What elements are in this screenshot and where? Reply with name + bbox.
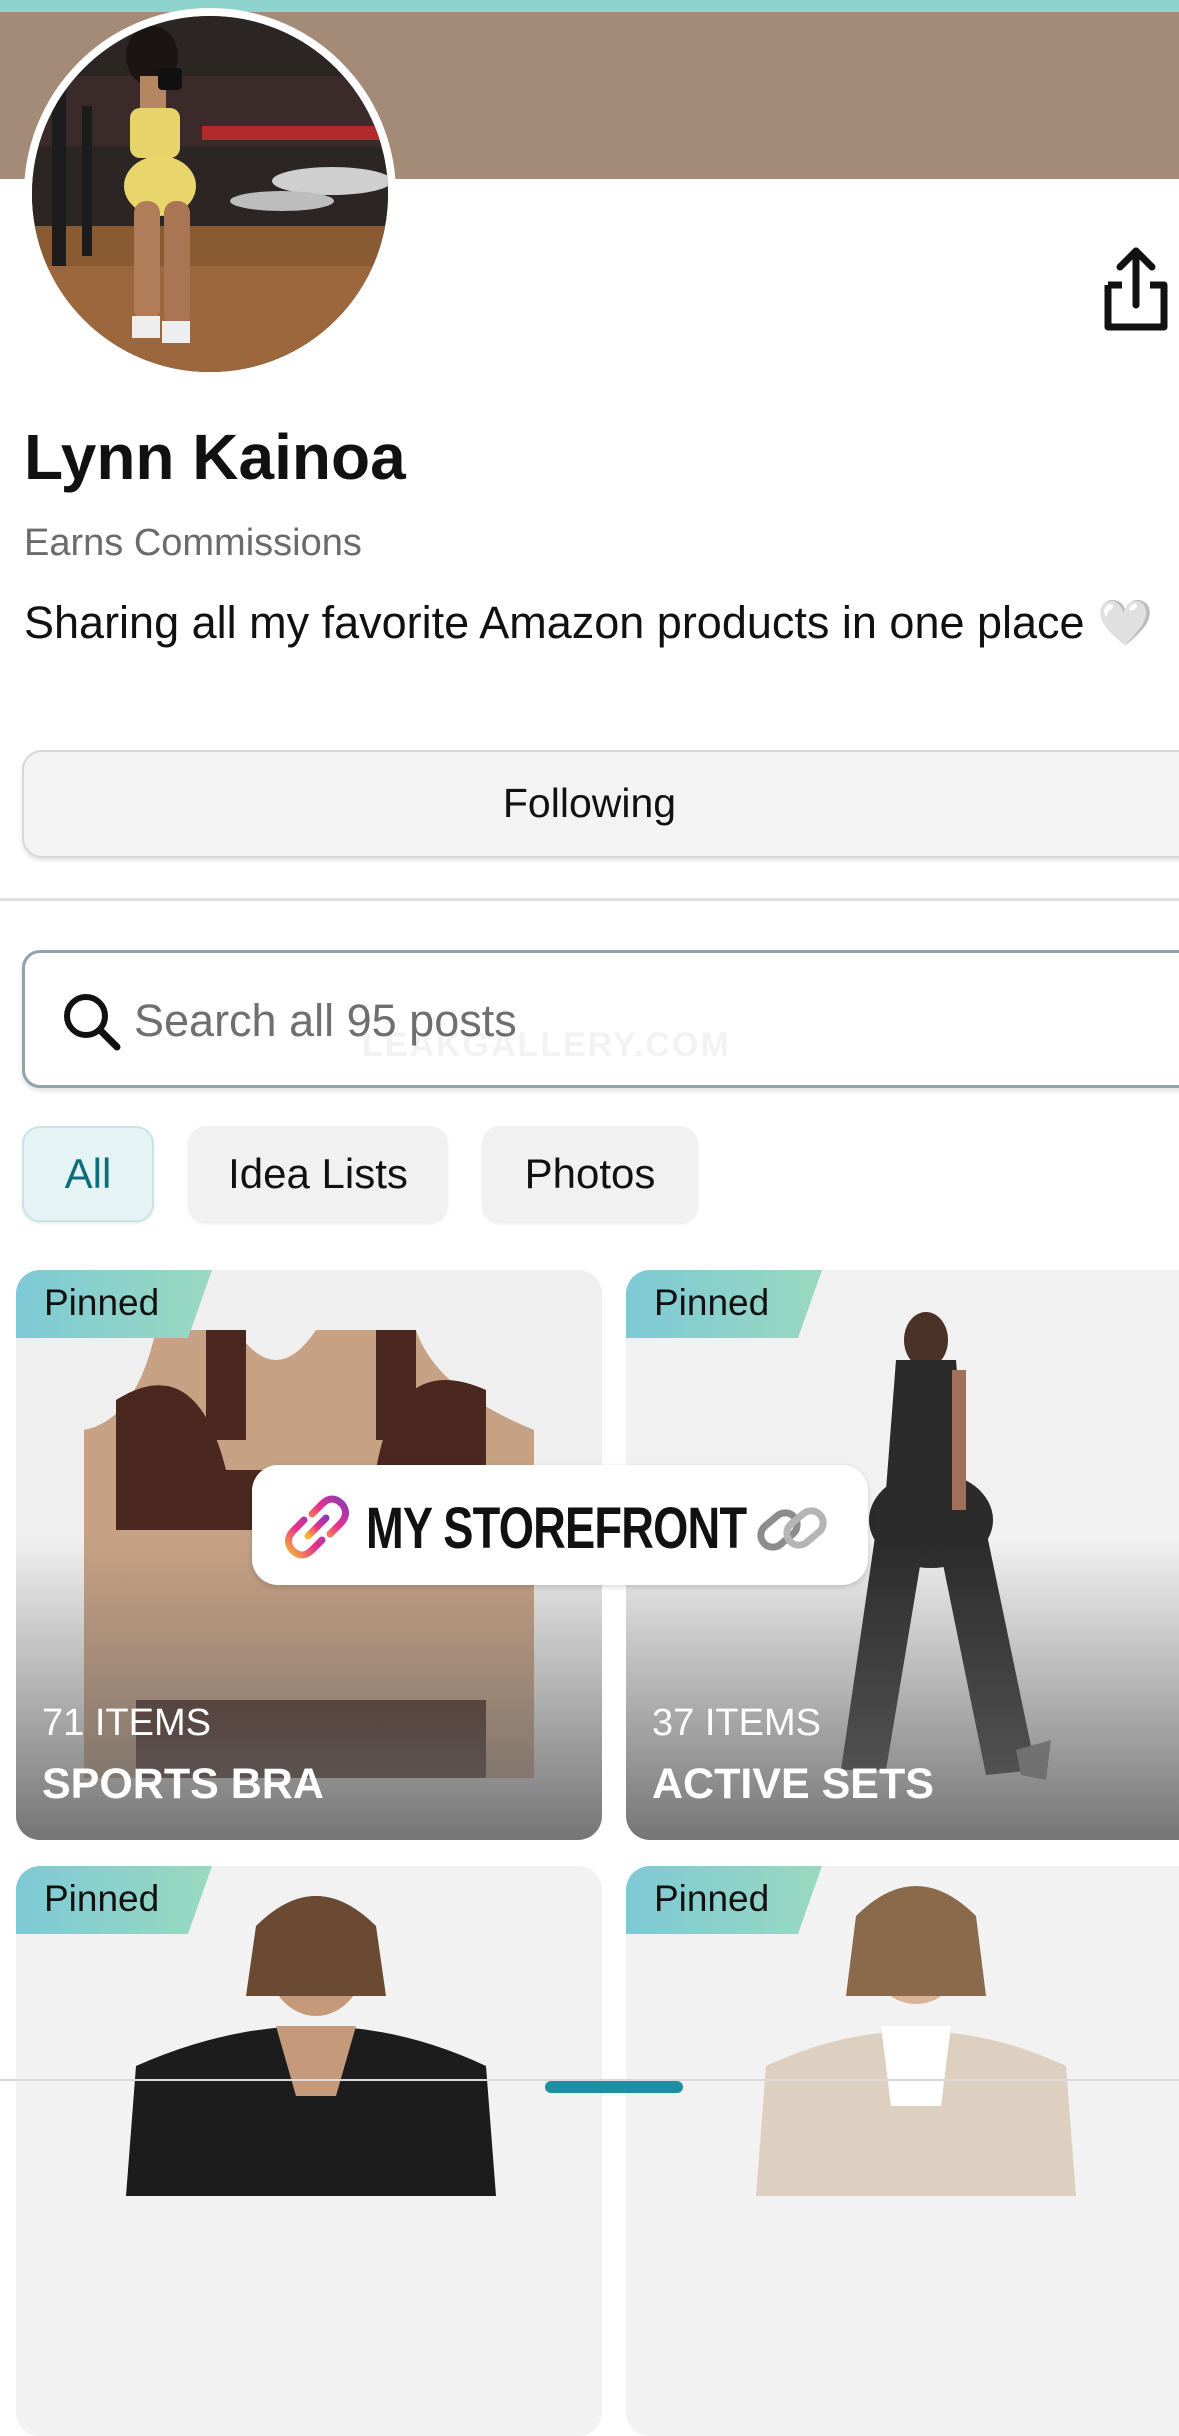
pinned-tag: Pinned	[654, 1282, 770, 1323]
pinned-tag: Pinned	[44, 1878, 160, 1919]
card-item-count: 71 ITEMS	[42, 1702, 211, 1744]
card-title: ACTIVE SETS	[652, 1760, 934, 1808]
home-indicator[interactable]	[545, 2081, 683, 2093]
pinned-tag: Pinned	[44, 1282, 160, 1323]
profile-bio: Sharing all my favorite Amazon products …	[24, 597, 1154, 648]
avatar[interactable]	[24, 8, 396, 380]
chain-icon	[757, 1507, 827, 1551]
card-item-count: 37 ITEMS	[652, 1702, 821, 1744]
profile-name: Lynn Kainoa	[24, 421, 406, 493]
share-button[interactable]	[1100, 245, 1172, 333]
product-image	[16, 1866, 602, 2436]
search-icon	[64, 994, 121, 1051]
share-icon	[1104, 247, 1168, 331]
idea-list-card[interactable]: Pinned	[16, 1866, 602, 2436]
watermark: LEAKGALLERY.COM	[362, 1026, 731, 1064]
filter-chip-idea-lists[interactable]: Idea Lists	[188, 1126, 448, 1222]
link-icon	[285, 1495, 349, 1559]
product-image	[626, 1866, 1179, 2436]
filter-chip-photos[interactable]: Photos	[482, 1126, 698, 1222]
earns-commissions-badge: Earns Commissions	[24, 522, 362, 564]
filter-chip-all[interactable]: All	[22, 1126, 154, 1222]
following-button-label: Following	[502, 780, 677, 826]
my-storefront-label: MY STOREFRONT	[366, 1496, 747, 1561]
idea-list-card[interactable]: Pinned	[626, 1866, 1179, 2436]
section-divider	[0, 898, 1179, 901]
card-title: SPORTS BRA	[42, 1760, 324, 1808]
pinned-tag: Pinned	[654, 1878, 770, 1919]
